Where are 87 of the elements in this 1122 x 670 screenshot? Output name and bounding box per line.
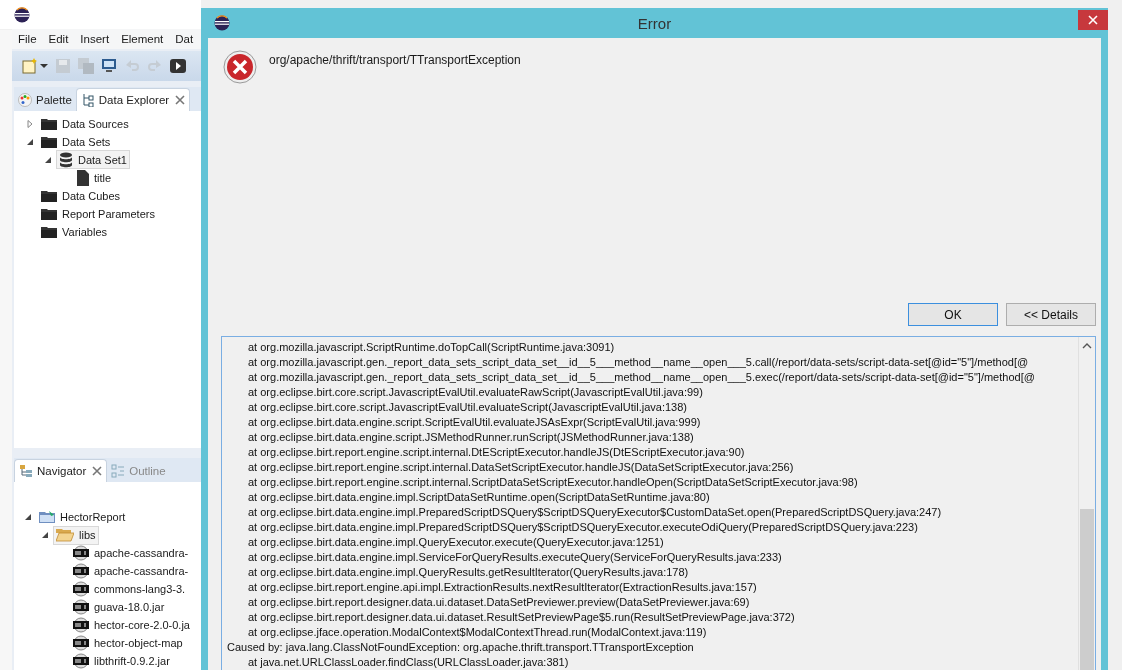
project-folder-icon xyxy=(39,510,55,524)
tree-item[interactable]: commons-lang3-3. xyxy=(70,579,189,599)
close-icon xyxy=(1088,15,1098,25)
tree-item[interactable]: Data Cubes xyxy=(38,186,124,206)
view-tab[interactable]: Palette xyxy=(14,88,76,111)
stack-trace-line: Caused by: java.lang.ClassNotFoundException: org.apache.thrift.transport.TTransportException xyxy=(227,640,694,655)
run-icon[interactable] xyxy=(170,57,186,74)
stack-trace-line: at org.eclipse.birt.report.engine.api.impl.ExtractionResults.nextResultIterator(ExtractionResults.java:157) xyxy=(248,580,757,595)
stack-trace-line: at java.net.URLClassLoader.findClass(URLClassLoader.java:381) xyxy=(248,655,569,670)
scroll-up-icon[interactable] xyxy=(1082,343,1092,349)
error-icon xyxy=(223,50,257,84)
tree-item[interactable]: title xyxy=(74,168,115,188)
folder-icon xyxy=(41,116,57,131)
jar-icon xyxy=(73,599,89,615)
tree-item[interactable]: libs xyxy=(53,525,99,545)
stack-trace-line: at org.eclipse.jface.operation.ModalContext$ModalContextThread.run(ModalContext.java:119) xyxy=(248,625,707,640)
stack-trace-line: at org.eclipse.birt.data.engine.script.JSMethodRunner.runScript(JSMethodRunner.java:138) xyxy=(248,430,694,445)
collapsed-arrow-icon[interactable] xyxy=(26,119,34,128)
jar-icon xyxy=(73,617,89,633)
outline-icon xyxy=(111,464,126,478)
dialog-button[interactable]: << Details xyxy=(1006,303,1096,326)
stack-trace-line: at org.eclipse.birt.data.engine.script.ScriptEvalUtil.evaluateJSAsExpr(ScriptEvalUtil.java:999) xyxy=(248,415,701,430)
stack-trace-line: at org.eclipse.birt.report.engine.script.internal.ScriptDataSetScriptExecutor.handleOpen(ScriptDataSetScriptExecutor.java:98) xyxy=(248,475,858,490)
dialog-title: Error xyxy=(636,14,673,32)
open-folder-icon xyxy=(56,528,74,542)
stack-trace-line: at org.eclipse.birt.report.designer.data.ui.dataset.ResultSetPreviewPage$5.run(ResultSetPreviewPage.java:372) xyxy=(248,610,795,625)
stack-trace-line: at org.eclipse.birt.data.engine.impl.QueryResults.getResultIterator(QueryResults.java:178) xyxy=(248,565,689,580)
eclipse-logo-icon xyxy=(14,6,30,23)
menu-item[interactable]: Dat xyxy=(175,33,194,46)
folder-icon xyxy=(41,206,57,221)
tree-item[interactable]: apache-cassandra- xyxy=(70,561,192,581)
stack-trace-line: at org.mozilla.javascript.gen._report_data_sets_script_data_set__id__5___method__name__open___5.exec(/report/data-sets/script-data-set[@id="5"]/method[@ xyxy=(248,370,1035,385)
stack-trace-line: at org.eclipse.birt.core.script.JavascriptEvalUtil.evaluateScript(JavascriptEvalUtil.java:138) xyxy=(248,400,687,415)
tree-item[interactable]: libthrift-0.9.2.jar xyxy=(70,651,173,670)
close-button[interactable] xyxy=(1078,10,1108,30)
jar-icon xyxy=(73,581,89,597)
stack-trace-line: at org.eclipse.birt.report.engine.script.internal.DtEScriptExecutor.handleJS(DtEScriptExecutor.java:90) xyxy=(248,445,745,460)
palette-icon xyxy=(18,92,32,107)
hierarchy-icon xyxy=(80,92,95,107)
tree-item[interactable]: Data Sources xyxy=(38,114,132,134)
database-icon xyxy=(59,151,73,168)
stack-trace-line: at org.eclipse.birt.report.engine.script.internal.DataSetScriptExecutor.handleJS(DataSetScriptExecutor.java:256) xyxy=(248,460,794,475)
scrollbar[interactable] xyxy=(1078,337,1095,670)
jar-icon xyxy=(73,563,89,579)
menu-item[interactable]: Element xyxy=(121,33,164,46)
stack-trace-line: at org.eclipse.birt.core.script.JavascriptEvalUtil.evaluateRawScript(JavascriptEvalUtil.java:99) xyxy=(248,385,703,400)
view-tab[interactable]: Data Explorer xyxy=(75,87,191,111)
stack-trace-line: at org.eclipse.birt.data.engine.impl.QueryExecutor.execute(QueryExecutor.java:1251) xyxy=(248,535,664,550)
jar-icon xyxy=(73,545,89,561)
stack-trace-line: at org.eclipse.birt.data.engine.impl.PreparedScriptDSQuery$ScriptDSQueryExecutor.executeOdiQuery(PreparedScriptDSQuery.java:223) xyxy=(248,520,918,535)
menu-item[interactable]: Edit xyxy=(48,33,69,46)
eclipse-logo-icon xyxy=(214,15,230,31)
tree-item[interactable]: Variables xyxy=(38,222,111,242)
monitor-icon[interactable] xyxy=(101,57,117,74)
folder-icon xyxy=(41,188,57,203)
error-message: org/apache/thrift/transport/TTransportException xyxy=(269,52,521,67)
close-icon[interactable] xyxy=(92,466,103,476)
details-text-area[interactable] xyxy=(221,336,1096,670)
tree-item[interactable]: guava-18.0.jar xyxy=(70,597,168,617)
dialog-button[interactable]: OK xyxy=(908,303,998,326)
tree-item[interactable]: Data Set1 xyxy=(56,150,130,170)
expanded-arrow-icon[interactable] xyxy=(41,531,49,539)
tree-item[interactable]: HectorReport xyxy=(36,507,129,527)
stack-trace-line: at org.mozilla.javascript.gen._report_data_sets_script_data_set__id__5___method__name__open___5.call(/report/data-sets/script-data-set[@id="5"]/method[@ xyxy=(248,355,1029,370)
folder-icon xyxy=(41,224,57,239)
stack-trace-line: at org.eclipse.birt.data.engine.impl.PreparedScriptDSQuery$ScriptDSQueryExecutor$CustomDataSet.open(PreparedScriptDSQuery.java:247) xyxy=(248,505,942,520)
expanded-arrow-icon[interactable] xyxy=(24,513,32,521)
view-tab[interactable]: Navigator xyxy=(14,459,108,482)
tree-item[interactable]: hector-object-map xyxy=(70,633,186,653)
expanded-arrow-icon[interactable] xyxy=(26,137,34,146)
stack-trace-line: at org.eclipse.birt.data.engine.impl.ScriptDataSetRuntime.open(ScriptDataSetRuntime.java:80) xyxy=(248,490,710,505)
menu-item[interactable]: Insert xyxy=(80,33,110,46)
stack-trace-line: at org.eclipse.birt.data.engine.impl.ServiceForQueryResults.executeQuery(ServiceForQueryResults.java:233) xyxy=(248,550,782,565)
stack-trace-line: at org.eclipse.birt.report.designer.data.ui.dataset.DataSetPreviewer.preview(DataSetPreviewer.java:69) xyxy=(248,595,750,610)
stack-trace-line: at org.mozilla.javascript.ScriptRuntime.doTopCall(ScriptRuntime.java:3091) xyxy=(248,340,615,355)
caret-icon[interactable] xyxy=(40,61,48,70)
close-icon[interactable] xyxy=(175,94,186,105)
expanded-arrow-icon[interactable] xyxy=(44,155,52,164)
navigator-icon xyxy=(19,464,33,478)
tree-item[interactable]: hector-core-2.0-0.ja xyxy=(70,615,193,635)
document-icon xyxy=(77,169,89,186)
folder-icon xyxy=(41,134,57,149)
jar-icon xyxy=(73,635,89,651)
tree-item[interactable]: Data Sets xyxy=(38,132,114,152)
tree-item[interactable]: apache-cassandra- xyxy=(70,543,192,563)
menu-item[interactable]: File xyxy=(18,33,37,46)
tree-item[interactable]: Report Parameters xyxy=(38,204,158,224)
